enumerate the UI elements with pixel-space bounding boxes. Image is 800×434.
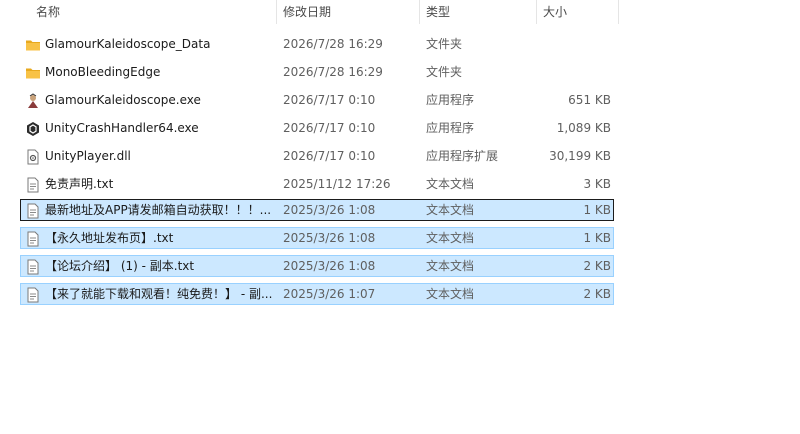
file-row[interactable]: 【论坛介绍】 (1) - 副本.txt 2025/3/26 1:08 文本文档 …: [20, 255, 614, 277]
file-name: 【来了就能下载和观看！纯免费！】 - 副...: [45, 287, 273, 301]
file-date: 2025/3/26 1:08: [283, 203, 376, 217]
file-date: 2026/7/17 0:10: [283, 149, 376, 163]
text-file-icon: [27, 177, 39, 193]
file-row[interactable]: 最新地址及APP请发邮箱自动获取！！！... 2025/3/26 1:08 文本…: [20, 199, 614, 221]
file-name: 免责声明.txt: [45, 177, 114, 191]
file-size: 2 KB: [583, 287, 611, 301]
file-row[interactable]: 【永久地址发布页】.txt 2025/3/26 1:08 文本文档 1 KB: [20, 227, 614, 249]
column-divider[interactable]: [536, 0, 537, 24]
file-name: MonoBleedingEdge: [45, 65, 161, 79]
file-size: 3 KB: [583, 177, 611, 191]
text-file-icon: [27, 231, 39, 247]
file-row[interactable]: GlamourKaleidoscope.exe 2026/7/17 0:10 应…: [20, 89, 614, 111]
file-date: 2026/7/28 16:29: [283, 65, 383, 79]
folder-icon: [26, 68, 40, 79]
column-divider[interactable]: [618, 0, 619, 24]
file-name: 【永久地址发布页】.txt: [45, 231, 174, 245]
folder-icon: [26, 40, 40, 51]
file-size: 651 KB: [568, 93, 611, 107]
file-date: 2026/7/17 0:10: [283, 93, 376, 107]
game-exe-icon: [28, 93, 38, 108]
file-row[interactable]: 免责声明.txt 2025/11/12 17:26 文本文档 3 KB: [20, 173, 614, 195]
file-explorer: ^ 名称 修改日期 类型 大小 GlamourKaleidoscope_Data…: [0, 0, 800, 434]
dll-file-icon: [27, 149, 39, 165]
text-file-icon: [27, 287, 39, 303]
file-name: GlamourKaleidoscope_Data: [45, 37, 211, 51]
file-date: 2026/7/17 0:10: [283, 121, 376, 135]
unity-icon: [27, 122, 39, 136]
column-header-name[interactable]: 名称: [36, 0, 266, 24]
file-size: 30,199 KB: [549, 149, 611, 163]
file-row[interactable]: 【来了就能下载和观看！纯免费！】 - 副... 2025/3/26 1:07 文…: [20, 283, 614, 305]
column-header-type[interactable]: 类型: [426, 0, 536, 24]
file-date: 2025/11/12 17:26: [283, 177, 391, 191]
file-size: 1,089 KB: [556, 121, 611, 135]
file-date: 2025/3/26 1:08: [283, 231, 376, 245]
file-size: 1 KB: [583, 231, 611, 245]
column-header-date[interactable]: 修改日期: [283, 0, 413, 24]
file-date: 2026/7/28 16:29: [283, 37, 383, 51]
text-file-icon: [27, 259, 39, 275]
column-header-bar: ^ 名称 修改日期 类型 大小: [0, 0, 800, 26]
file-name: GlamourKaleidoscope.exe: [45, 93, 201, 107]
file-name: 【论坛介绍】 (1) - 副本.txt: [45, 259, 195, 273]
text-file-icon: [27, 203, 39, 219]
column-header-size[interactable]: 大小: [543, 0, 613, 24]
file-row[interactable]: UnityPlayer.dll 2026/7/17 0:10 应用程序扩展 30…: [20, 145, 614, 167]
column-divider[interactable]: [419, 0, 420, 24]
file-size: 1 KB: [583, 203, 611, 217]
file-name: UnityPlayer.dll: [45, 149, 131, 163]
file-name: UnityCrashHandler64.exe: [45, 121, 199, 135]
file-date: 2025/3/26 1:08: [283, 259, 376, 273]
file-date: 2025/3/26 1:07: [283, 287, 376, 301]
file-size: [521, 62, 611, 82]
file-row[interactable]: UnityCrashHandler64.exe 2026/7/17 0:10 应…: [20, 117, 614, 139]
column-divider[interactable]: [276, 0, 277, 24]
file-size: [521, 34, 611, 54]
file-size: 2 KB: [583, 259, 611, 273]
file-name: 最新地址及APP请发邮箱自动获取！！！...: [45, 203, 272, 217]
file-row[interactable]: MonoBleedingEdge 2026/7/28 16:29 文件夹: [20, 61, 614, 83]
file-row[interactable]: GlamourKaleidoscope_Data 2026/7/28 16:29…: [20, 33, 614, 55]
